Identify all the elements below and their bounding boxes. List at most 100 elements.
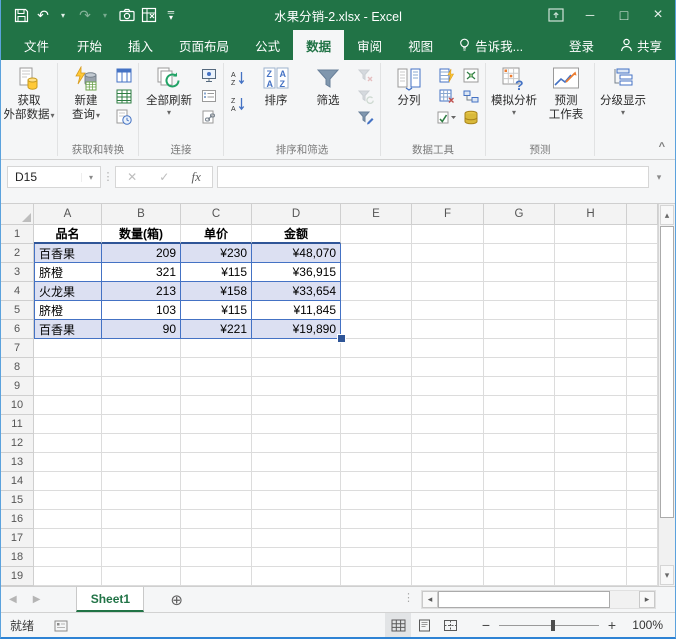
tab-page-layout[interactable]: 页面布局 [166, 30, 242, 60]
cell[interactable] [555, 472, 627, 491]
cell[interactable] [341, 339, 412, 358]
cell[interactable] [484, 529, 555, 548]
row-header-6[interactable]: 6 [1, 320, 34, 339]
table-cell[interactable]: ¥158 [181, 282, 252, 301]
table-cell[interactable]: ¥115 [181, 301, 252, 320]
zoom-in-button[interactable]: + [603, 617, 621, 633]
cell[interactable] [341, 282, 412, 301]
column-header[interactable] [627, 204, 658, 225]
cell[interactable] [181, 453, 252, 472]
cell[interactable] [34, 377, 102, 396]
row-header-13[interactable]: 13 [1, 453, 34, 472]
next-sheet-button[interactable]: ▶ [25, 587, 49, 612]
table-header-cell[interactable]: 金额 [252, 225, 341, 244]
cell[interactable] [627, 320, 658, 339]
cell[interactable] [252, 510, 341, 529]
remove-duplicates-button[interactable] [437, 87, 457, 105]
cell[interactable] [252, 453, 341, 472]
tab-insert[interactable]: 插入 [115, 30, 166, 60]
column-header-G[interactable]: G [484, 204, 555, 225]
cell[interactable] [102, 339, 181, 358]
cancel-button[interactable]: ✕ [127, 170, 137, 184]
collapse-ribbon-button[interactable]: ^ [659, 141, 665, 153]
name-box[interactable]: D15 ▾ [7, 166, 101, 188]
cell[interactable] [341, 358, 412, 377]
cell[interactable] [252, 567, 341, 586]
table-cell[interactable]: 火龙果 [34, 282, 102, 301]
refresh-all-button[interactable]: 全部刷新 ▾ [141, 61, 197, 117]
close-button[interactable]: × [641, 0, 675, 30]
cell[interactable] [484, 358, 555, 377]
cell[interactable] [181, 529, 252, 548]
formula-input[interactable] [217, 166, 649, 188]
cell[interactable] [627, 510, 658, 529]
cell[interactable] [555, 339, 627, 358]
text-to-columns-button[interactable]: 分列 [383, 61, 435, 108]
cell[interactable] [181, 548, 252, 567]
cell[interactable] [102, 491, 181, 510]
cell[interactable] [555, 282, 627, 301]
cell[interactable] [102, 567, 181, 586]
cell[interactable] [252, 415, 341, 434]
cell[interactable] [181, 567, 252, 586]
row-header-9[interactable]: 9 [1, 377, 34, 396]
row-header-14[interactable]: 14 [1, 472, 34, 491]
cell[interactable] [252, 548, 341, 567]
cell[interactable] [412, 282, 484, 301]
camera-button[interactable] [117, 4, 137, 26]
table-cell[interactable]: 脐橙 [34, 301, 102, 320]
sort-descending-button[interactable]: ZA [228, 95, 248, 113]
sign-in-button[interactable]: 登录 [556, 30, 607, 60]
cell[interactable] [341, 225, 412, 244]
ribbon-display-options-button[interactable] [539, 0, 573, 30]
cell[interactable] [627, 453, 658, 472]
select-all-corner[interactable] [1, 204, 34, 225]
table-cell[interactable]: 脐橙 [34, 263, 102, 282]
table-cell[interactable]: 百香果 [34, 244, 102, 263]
cell[interactable] [181, 434, 252, 453]
cell[interactable] [34, 453, 102, 472]
table-cell[interactable]: 213 [102, 282, 181, 301]
cell[interactable] [412, 377, 484, 396]
cell[interactable] [484, 415, 555, 434]
cell[interactable] [412, 529, 484, 548]
table-cell[interactable]: ¥221 [181, 320, 252, 339]
forecast-sheet-button[interactable]: 预测 工作表 [540, 61, 592, 122]
cell[interactable] [102, 472, 181, 491]
sort-ascending-button[interactable]: AZ [228, 69, 248, 87]
cell[interactable] [341, 377, 412, 396]
cell[interactable] [412, 263, 484, 282]
cell[interactable] [412, 320, 484, 339]
cell[interactable] [34, 339, 102, 358]
row-header-8[interactable]: 8 [1, 358, 34, 377]
cell[interactable] [412, 396, 484, 415]
undo-dropdown[interactable]: ▾ [53, 4, 73, 26]
cell[interactable] [627, 301, 658, 320]
cell[interactable] [627, 472, 658, 491]
row-header-17[interactable]: 17 [1, 529, 34, 548]
cell[interactable] [484, 320, 555, 339]
outline-button[interactable]: 分级显示 ▾ [597, 61, 649, 117]
cell[interactable] [412, 510, 484, 529]
cell[interactable] [102, 529, 181, 548]
cell[interactable] [34, 548, 102, 567]
cell[interactable] [555, 358, 627, 377]
table-header-cell[interactable]: 数量(箱) [102, 225, 181, 244]
table-cell[interactable]: 209 [102, 244, 181, 263]
cell[interactable] [102, 434, 181, 453]
row-header-7[interactable]: 7 [1, 339, 34, 358]
macro-record-button[interactable] [54, 619, 68, 632]
cell[interactable] [181, 396, 252, 415]
cell[interactable] [484, 567, 555, 586]
cell[interactable] [181, 415, 252, 434]
cell[interactable] [34, 510, 102, 529]
cell[interactable] [412, 491, 484, 510]
cell[interactable] [102, 358, 181, 377]
cell[interactable] [627, 415, 658, 434]
row-header-18[interactable]: 18 [1, 548, 34, 567]
cell[interactable] [627, 244, 658, 263]
cell[interactable] [34, 434, 102, 453]
get-external-data-button[interactable]: 获取 外部数据▾ [3, 61, 55, 123]
flash-fill-button[interactable] [437, 66, 457, 84]
tell-me-box[interactable]: 告诉我... [446, 30, 536, 60]
